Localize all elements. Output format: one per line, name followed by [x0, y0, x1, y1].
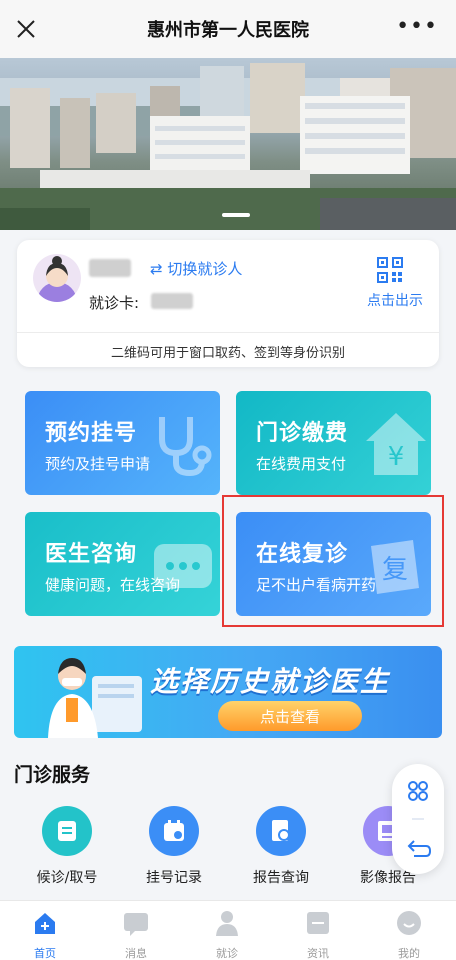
tile-outpatient-payment[interactable]: 门诊缴费 在线费用支付 ¥: [236, 391, 431, 495]
tab-home[interactable]: 首页: [15, 909, 75, 960]
tile-doctor-consult[interactable]: 医生咨询 健康问题，在线咨询: [25, 512, 220, 616]
avatar[interactable]: [33, 254, 81, 302]
tab-label: 首页: [34, 947, 56, 960]
service-registration-record[interactable]: 挂号记录: [124, 806, 224, 887]
bottom-tab-bar: 首页 消息 就诊 资讯 我的: [0, 900, 456, 960]
tab-label: 消息: [125, 947, 147, 960]
card-divider: [17, 332, 439, 333]
close-icon[interactable]: [12, 15, 40, 43]
report-search-icon: [256, 806, 306, 856]
female-avatar-icon: [37, 256, 77, 302]
service-queue-ticket[interactable]: 候诊/取号: [17, 806, 117, 887]
qr-usage-note: 二维码可用于窗口取药、签到等身份识别: [110, 346, 345, 361]
message-icon: [124, 913, 148, 936]
page-title: 惠州市第一人民医院: [147, 20, 309, 41]
payment-house-icon: ¥: [366, 413, 426, 475]
doctor-icon: [216, 911, 238, 936]
top-bar: 惠州市第一人民医院 •••: [0, 0, 456, 58]
tab-label: 就诊: [216, 947, 238, 960]
highlight-box: [222, 495, 444, 627]
calendar-icon: [149, 806, 199, 856]
patient-name-masked: [89, 259, 131, 277]
switch-patient-button[interactable]: ⇄ 切换就诊人: [150, 258, 242, 279]
tab-visit[interactable]: 就诊: [197, 909, 257, 960]
ticket-icon: [42, 806, 92, 856]
doctor-illustration-icon: [48, 658, 142, 738]
more-icon[interactable]: •••: [396, 16, 438, 38]
tile-subtitle: 在线费用支付: [256, 455, 347, 473]
profile-icon: [397, 911, 421, 935]
svg-text:¥: ¥: [388, 442, 405, 472]
news-icon: [307, 912, 329, 934]
apps-grid-icon[interactable]: [408, 781, 428, 801]
service-report-query[interactable]: 报告查询: [231, 806, 331, 887]
section-title-outpatient: 门诊服务: [14, 764, 91, 786]
card-number-label: 就诊卡:: [89, 294, 140, 312]
tab-profile[interactable]: 我的: [379, 909, 439, 960]
stethoscope-icon: [159, 417, 212, 477]
tile-subtitle: 预约及挂号申请: [45, 455, 151, 473]
tile-appointment[interactable]: 预约挂号 预约及挂号申请: [25, 391, 220, 495]
view-button[interactable]: 点击查看: [218, 701, 362, 731]
tile-title: 医生咨询: [45, 542, 138, 567]
tile-title: 门诊缴费: [256, 421, 349, 446]
carousel-indicator[interactable]: [222, 213, 250, 217]
service-label: 候诊/取号: [36, 870, 98, 886]
tab-label: 资讯: [307, 947, 329, 960]
chat-bubble-icon: [154, 544, 212, 588]
show-qr-button[interactable]: 点击出示: [367, 290, 423, 310]
hospital-banner[interactable]: [0, 58, 456, 230]
service-label: 挂号记录: [146, 870, 202, 886]
back-icon[interactable]: [407, 840, 432, 857]
hospital-photo: [0, 63, 456, 230]
tab-label: 我的: [398, 947, 420, 960]
service-label: 报告查询: [253, 870, 309, 886]
promo-title: 选择历史就诊医生: [150, 665, 391, 698]
tile-title: 预约挂号: [45, 421, 138, 446]
floating-panel: [392, 764, 444, 874]
history-doctor-banner[interactable]: 选择历史就诊医生 点击查看: [14, 646, 442, 738]
tab-messages[interactable]: 消息: [106, 909, 166, 960]
tab-news[interactable]: 资讯: [288, 909, 348, 960]
qr-code-icon[interactable]: [376, 256, 404, 284]
patient-card: ⇄ 切换就诊人 就诊卡: 点击出示 二维码可用于窗口取药、签到等身份识别: [17, 240, 439, 367]
card-number-masked: [151, 293, 193, 309]
home-icon: [35, 913, 55, 934]
